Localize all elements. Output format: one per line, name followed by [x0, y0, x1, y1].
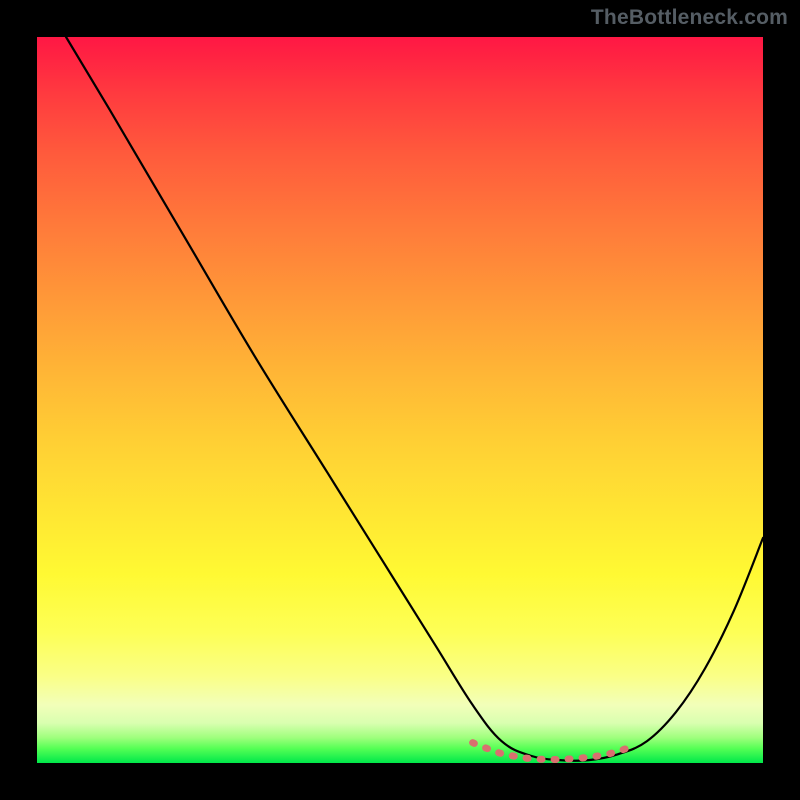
bottleneck-curve	[66, 37, 763, 761]
plot-area	[37, 37, 763, 763]
chart-frame: { "watermark": "TheBottleneck.com", "cha…	[0, 0, 800, 800]
watermark-text: TheBottleneck.com	[591, 6, 788, 30]
chart-svg	[37, 37, 763, 763]
